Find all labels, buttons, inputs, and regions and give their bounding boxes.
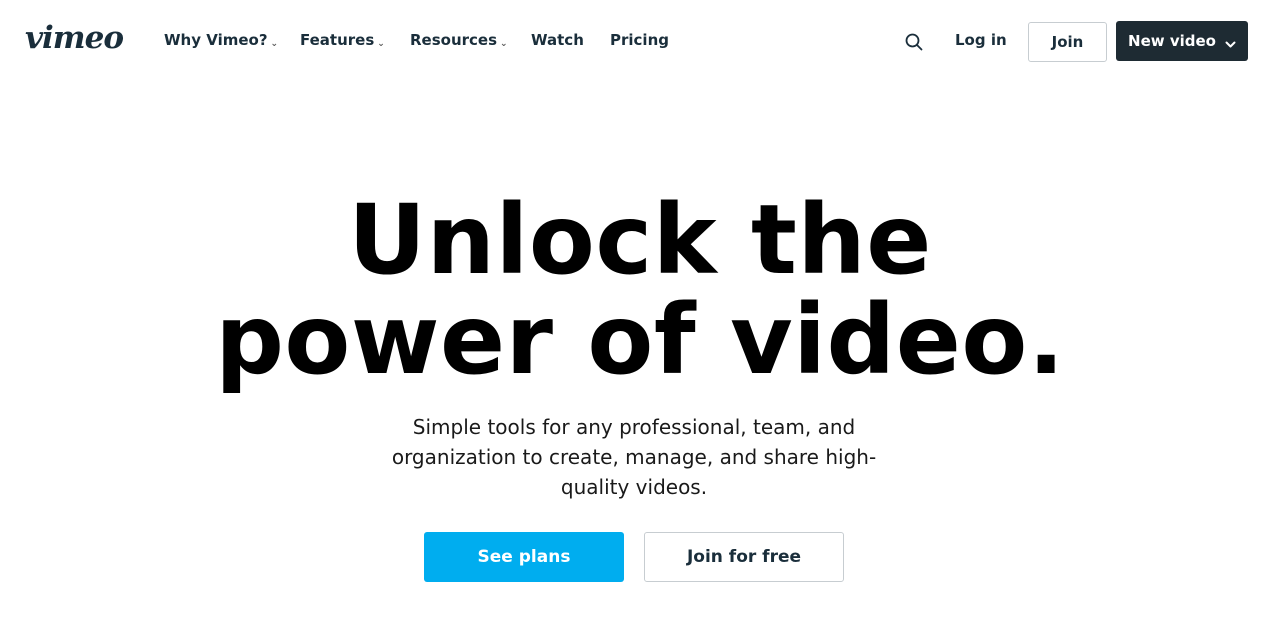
hero-subtitle: Simple tools for any professional, team,… [391,415,877,499]
nav-watch[interactable]: Watch [531,31,584,49]
hero-title-line-1: Unlock the [348,184,932,296]
nav-why-vimeo-label: Why Vimeo? [164,31,268,49]
nav-resources-label: Resources [410,31,498,49]
hero-title-line-2: power of video. [215,284,1065,396]
nav-why-vimeo[interactable]: Why Vimeo? ⌄ [164,31,278,53]
see-plans-button[interactable]: See plans [424,532,624,582]
new-video-button-label: New video [1128,32,1216,50]
nav-features[interactable]: Features ⌄ [300,31,385,53]
chevron-down-icon: ⌄ [377,39,385,49]
nav-pricing[interactable]: Pricing [610,31,669,49]
site-header: vimeo Why Vimeo? ⌄ Features ⌄ Resources ⌄ W… [0,0,1280,80]
vimeo-logo[interactable]: vimeo [25,20,125,54]
nav-watch-label: Watch [531,31,584,49]
search-icon[interactable] [904,32,924,52]
nav-pricing-label: Pricing [610,31,669,49]
new-video-button[interactable]: New video [1116,21,1248,61]
join-button[interactable]: Join [1028,22,1107,62]
hero-title: Unlock the power of video. [0,190,1280,390]
nav-features-label: Features [300,31,375,49]
logo-wordmark: vimeo [25,20,123,54]
chevron-down-icon: ⌄ [500,39,508,49]
see-plans-label: See plans [477,547,571,567]
login-link[interactable]: Log in [955,31,1007,49]
chevron-down-icon: ⌄ [270,39,279,49]
nav-resources[interactable]: Resources ⌄ [410,31,508,53]
join-for-free-label: Join for free [686,547,802,567]
join-button-label: Join [1051,33,1084,51]
chevron-down-icon [1225,36,1236,47]
join-for-free-button[interactable]: Join for free [644,532,844,582]
